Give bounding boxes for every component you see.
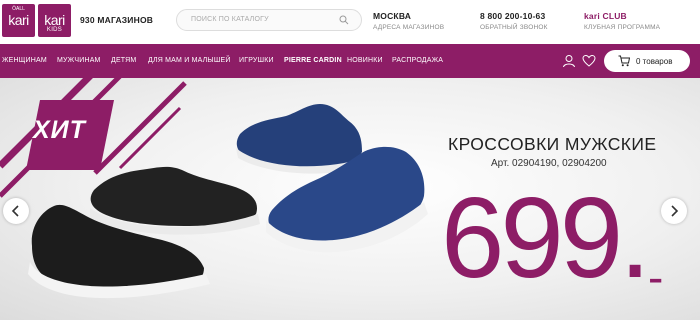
user-icon[interactable] bbox=[562, 54, 576, 68]
stores-count-link[interactable]: 930 МАГАЗИНОВ bbox=[80, 15, 153, 25]
cart-label: 0 товаров bbox=[636, 57, 673, 66]
search-input[interactable]: ПОИСК ПО КАТАЛОГУ bbox=[176, 9, 362, 31]
product-title: КРОССОВКИ МУЖСКИЕ bbox=[448, 134, 657, 154]
logo-kids-sub: KIDS bbox=[46, 27, 63, 33]
search-placeholder: ПОИСК ПО КАТАЛОГУ bbox=[191, 16, 269, 23]
chevron-left-icon bbox=[11, 205, 19, 217]
nav-item-women[interactable]: ЖЕНЩИНАМ bbox=[2, 57, 47, 64]
cart-button[interactable]: 0 товаров bbox=[604, 50, 690, 72]
logo-kids-text: kari bbox=[44, 12, 65, 28]
main-nav: ЖЕНЩИНАМ МУЖЧИНАМ ДЕТЯМ ДЛЯ МАМ И МАЛЫШЕ… bbox=[0, 44, 700, 78]
nav-item-toys[interactable]: ИГРУШКИ bbox=[239, 57, 274, 64]
carousel-next-button[interactable] bbox=[661, 198, 687, 224]
phone-block[interactable]: 8 800 200-10-63 ОБРАТНЫЙ ЗВОНОК bbox=[480, 11, 548, 31]
nav-item-pierre-cardin[interactable]: PIERRE CARDIN bbox=[284, 57, 342, 64]
nav-item-men[interactable]: МУЖЧИНАМ bbox=[57, 57, 101, 64]
club-title: kari CLUB bbox=[584, 11, 627, 21]
cart-icon bbox=[618, 55, 630, 67]
nav-item-new[interactable]: НОВИНКИ bbox=[347, 57, 383, 64]
heart-icon[interactable] bbox=[582, 54, 596, 68]
product-article: Арт. 02904190, 02904200 bbox=[491, 158, 607, 169]
nav-item-kids[interactable]: ДЕТЯМ bbox=[111, 57, 136, 64]
nav-item-sale[interactable]: РАСПРОДАЖА bbox=[392, 57, 443, 64]
product-price: 699. bbox=[441, 175, 651, 302]
city-subtitle: АДРЕСА МАГАЗИНОВ bbox=[373, 24, 445, 31]
carousel-prev-button[interactable] bbox=[3, 198, 29, 224]
logo-text: kari bbox=[8, 12, 29, 28]
kari-logo[interactable]: ÖALL kari bbox=[2, 4, 35, 37]
kari-kids-logo[interactable]: kari KIDS bbox=[38, 4, 71, 37]
city-selector[interactable]: МОСКВА АДРЕСА МАГАЗИНОВ bbox=[373, 11, 444, 31]
callback-link: ОБРАТНЫЙ ЗВОНОК bbox=[480, 24, 548, 31]
promo-banner[interactable]: ХИТ КРОССОВКИ МУЖСКИЕ Арт. 02904190, 029… bbox=[0, 78, 700, 320]
search-icon[interactable] bbox=[339, 15, 349, 25]
header: ÖALL kari kari KIDS 930 МАГАЗИНОВ ПОИСК … bbox=[0, 0, 700, 44]
chevron-right-icon bbox=[671, 205, 679, 217]
price-suffix: - bbox=[648, 251, 664, 303]
city-title: МОСКВА bbox=[373, 11, 412, 21]
club-subtitle: КЛУБНАЯ ПРОГРАММА bbox=[584, 24, 661, 31]
nav-item-moms-babies[interactable]: ДЛЯ МАМ И МАЛЫШЕЙ bbox=[148, 57, 231, 64]
club-link[interactable]: kari CLUB КЛУБНАЯ ПРОГРАММА bbox=[584, 11, 660, 31]
phone-number: 8 800 200-10-63 bbox=[480, 11, 546, 21]
